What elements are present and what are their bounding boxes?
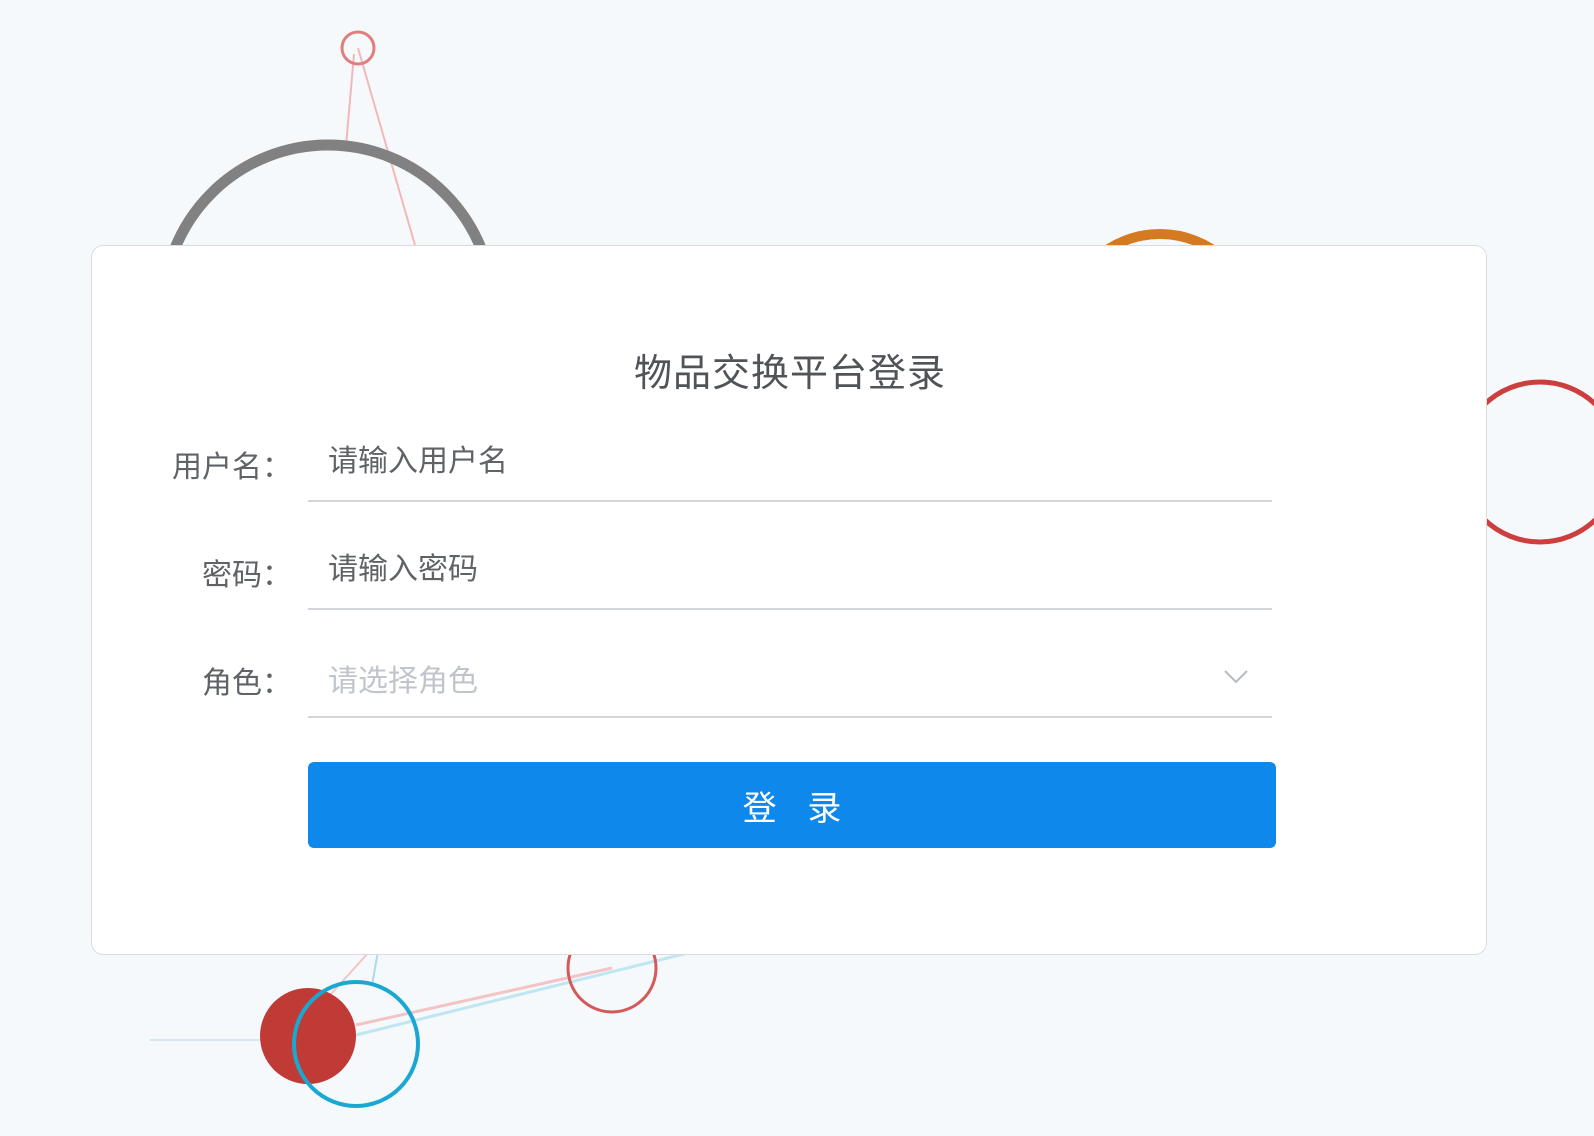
chevron-down-icon bbox=[1224, 670, 1248, 684]
role-label: 角色： bbox=[202, 666, 292, 701]
role-select-placeholder: 请选择角色 bbox=[328, 664, 478, 699]
login-button[interactable]: 登 录 bbox=[308, 762, 1276, 848]
role-row: 角色： 请选择角色 bbox=[92, 630, 1488, 720]
password-input[interactable] bbox=[308, 532, 1272, 606]
username-input[interactable] bbox=[308, 424, 1272, 498]
chevron-stroke bbox=[1224, 670, 1248, 684]
login-card: 物品交换平台登录 用户名： 密码： 角色： 请选择角色 登 录 bbox=[91, 245, 1487, 955]
username-row: 用户名： bbox=[92, 414, 1488, 504]
role-select[interactable]: 请选择角色 bbox=[308, 640, 1272, 718]
password-row: 密码： bbox=[92, 522, 1488, 612]
username-field-box bbox=[308, 424, 1272, 502]
decor-line bbox=[345, 53, 355, 147]
login-page: 物品交换平台登录 用户名： 密码： 角色： 请选择角色 登 录 bbox=[0, 0, 1594, 1136]
username-label: 用户名： bbox=[172, 450, 292, 485]
password-label: 密码： bbox=[202, 558, 292, 593]
password-field-box bbox=[308, 532, 1272, 610]
login-title: 物品交换平台登录 bbox=[633, 351, 946, 395]
